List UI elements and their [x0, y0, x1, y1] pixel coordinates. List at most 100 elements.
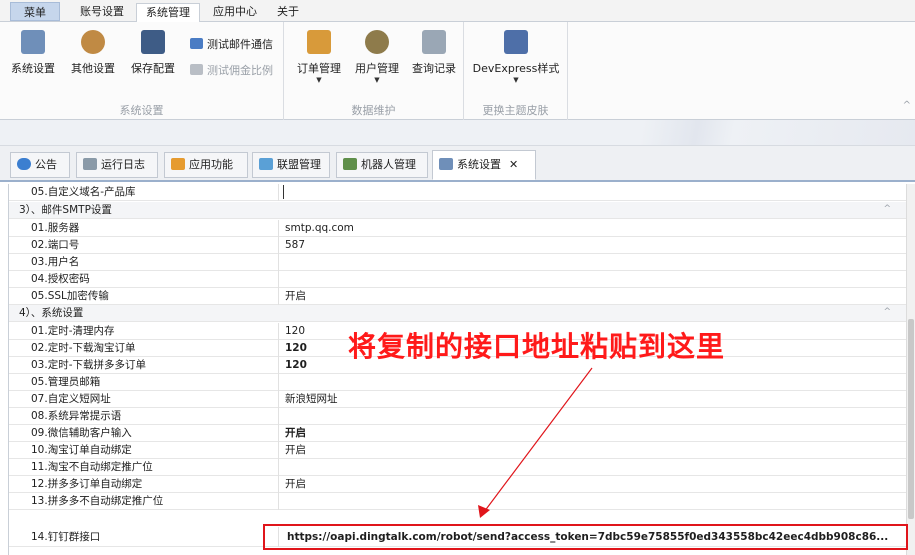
- floppy-disk-icon: [141, 30, 165, 54]
- tab-system-settings[interactable]: 系统设置 ✕: [432, 150, 536, 180]
- property-value[interactable]: [285, 459, 905, 476]
- ribbon-group-label: 更换主题皮肤: [482, 104, 549, 117]
- property-name: 13.拼多多不自动绑定推广位: [9, 493, 279, 510]
- document-tab-bar: 公告 运行日志 应用功能 联盟管理 机器人管理 系统设置 ✕: [0, 146, 915, 182]
- collapse-chevron-icon[interactable]: ^: [883, 204, 891, 214]
- category-row-smtp[interactable]: 3）、邮件SMTP设置 ^: [9, 202, 906, 219]
- ribbon-group-label: 系统设置: [119, 104, 164, 117]
- property-value[interactable]: 开启: [285, 476, 905, 493]
- query-records-button[interactable]: 查询记录: [408, 26, 460, 96]
- ribbon-tab-bar: 菜单 账号设置 系统管理 应用中心 关于: [0, 0, 915, 23]
- order-management-button[interactable]: 订单管理 ▼: [292, 26, 346, 96]
- ribbon-tab-apps[interactable]: 应用中心: [204, 4, 266, 22]
- test-commission-button[interactable]: 测试佣金比例: [190, 62, 273, 80]
- ribbon-tab-system[interactable]: 系统管理: [136, 3, 200, 23]
- ribbon-group-label: 数据维护: [351, 104, 396, 117]
- property-name: 05.自定义域名-产品库: [9, 184, 279, 201]
- settings-icon: [439, 158, 453, 170]
- property-name: 07.自定义短网址: [9, 391, 279, 408]
- system-settings-button[interactable]: 系统设置: [8, 26, 58, 96]
- property-value[interactable]: [285, 271, 905, 288]
- grid-row[interactable]: 01.服务器 smtp.qq.com: [9, 220, 906, 237]
- users-gear-icon: [81, 30, 105, 54]
- ribbon-tab-menu[interactable]: 菜单: [10, 2, 60, 21]
- tab-announcement[interactable]: 公告: [10, 152, 70, 178]
- scrollbar-thumb[interactable]: [908, 319, 914, 519]
- other-settings-button[interactable]: 其他设置: [68, 26, 118, 96]
- grid-row[interactable]: 12.拼多多订单自动绑定 开启: [9, 476, 906, 493]
- category-row-system[interactable]: 4）、系统设置 ^: [9, 305, 906, 322]
- property-name: 01.定时-清理内存: [9, 323, 279, 340]
- save-config-button[interactable]: 保存配置: [128, 26, 178, 96]
- property-name: 01.服务器: [9, 220, 279, 237]
- property-name: 05.SSL加密传输: [9, 288, 279, 305]
- ribbon: 系统设置 其他设置 保存配置 测试邮件通信 测试佣金比例 系统设置 订单管理 ▼…: [0, 22, 915, 120]
- property-name: 03.用户名: [9, 254, 279, 271]
- user-management-button[interactable]: 用户管理 ▼: [350, 26, 404, 96]
- app-icon: [171, 158, 185, 170]
- mail-icon: [190, 38, 203, 49]
- devexpress-theme-button[interactable]: DevExpress样式 ▼: [472, 26, 560, 96]
- robot-icon: [343, 158, 357, 170]
- vertical-scrollbar[interactable]: [906, 184, 915, 555]
- property-name: 05.管理员邮箱: [9, 374, 279, 391]
- property-value[interactable]: [285, 408, 905, 425]
- ribbon-tab-account[interactable]: 账号设置: [70, 4, 134, 22]
- ribbon-footer-strip: [0, 120, 915, 146]
- property-name: 02.端口号: [9, 237, 279, 254]
- grid-row[interactable]: 07.自定义短网址 新浪短网址: [9, 391, 906, 408]
- box-icon: [307, 30, 331, 54]
- tab-alliance[interactable]: 联盟管理: [252, 152, 330, 178]
- grid-row[interactable]: 10.淘宝订单自动绑定 开启: [9, 442, 906, 459]
- property-value[interactable]: [285, 493, 905, 510]
- collapse-chevron-icon[interactable]: ^: [883, 307, 891, 317]
- grid-row[interactable]: 05.管理员邮箱: [9, 374, 906, 391]
- property-value[interactable]: 开启: [285, 288, 905, 305]
- database-lock-icon: [422, 30, 446, 54]
- property-name: 09.微信辅助客户输入: [9, 425, 279, 442]
- ribbon-group-data: 订单管理 ▼ 用户管理 ▼ 查询记录 数据维护: [284, 22, 464, 120]
- property-name: 04.授权密码: [9, 271, 279, 288]
- system-settings-icon: [21, 30, 45, 54]
- log-icon: [83, 158, 97, 170]
- category-label: 3）、邮件SMTP设置: [19, 204, 112, 216]
- property-name: 03.定时-下载拼多多订单: [9, 357, 279, 374]
- grid-row[interactable]: 03.用户名: [9, 254, 906, 271]
- commission-icon: [190, 64, 203, 75]
- ribbon-collapse-icon[interactable]: ^: [903, 100, 911, 111]
- ribbon-group-settings: 系统设置 其他设置 保存配置 测试邮件通信 测试佣金比例 系统设置: [0, 22, 284, 120]
- tab-robot-management[interactable]: 机器人管理: [336, 152, 428, 178]
- tab-run-log[interactable]: 运行日志: [76, 152, 158, 178]
- property-value[interactable]: [285, 254, 905, 271]
- property-value[interactable]: 开启: [285, 442, 905, 459]
- users-icon: [365, 30, 389, 54]
- grid-row[interactable]: 04.授权密码: [9, 271, 906, 288]
- grid-row[interactable]: 08.系统异常提示语: [9, 408, 906, 425]
- grid-row[interactable]: 05.SSL加密传输 开启: [9, 288, 906, 305]
- grid-row[interactable]: 13.拼多多不自动绑定推广位: [9, 493, 906, 510]
- property-name: 12.拼多多订单自动绑定: [9, 476, 279, 493]
- grid-row[interactable]: 05.自定义域名-产品库: [9, 184, 906, 201]
- text-cursor: [283, 185, 285, 199]
- property-value[interactable]: 587: [285, 237, 905, 254]
- property-name: 14.钉钉群接口: [9, 527, 279, 547]
- property-value[interactable]: 新浪短网址: [285, 391, 905, 408]
- test-mail-button[interactable]: 测试邮件通信: [190, 36, 273, 54]
- property-value[interactable]: 开启: [285, 425, 905, 442]
- grid-row[interactable]: 11.淘宝不自动绑定推广位: [9, 459, 906, 476]
- dropdown-arrow-icon: ▼: [513, 76, 519, 84]
- property-name: 02.定时-下载淘宝订单: [9, 340, 279, 357]
- property-name: 10.淘宝订单自动绑定: [9, 442, 279, 459]
- property-name: 11.淘宝不自动绑定推广位: [9, 459, 279, 476]
- property-value[interactable]: smtp.qq.com: [285, 220, 905, 237]
- dropdown-arrow-icon: ▼: [374, 76, 380, 84]
- ribbon-group-theme: DevExpress样式 ▼ 更换主题皮肤: [464, 22, 568, 120]
- tab-app-functions[interactable]: 应用功能: [164, 152, 248, 178]
- close-tab-icon[interactable]: ✕: [509, 158, 518, 171]
- grid-row[interactable]: 09.微信辅助客户输入 开启: [9, 425, 906, 442]
- devexpress-icon: [504, 30, 528, 54]
- annotation-highlight-box: [263, 524, 908, 550]
- ribbon-tab-about[interactable]: 关于: [268, 4, 308, 22]
- property-value[interactable]: [285, 374, 905, 391]
- grid-row[interactable]: 02.端口号 587: [9, 237, 906, 254]
